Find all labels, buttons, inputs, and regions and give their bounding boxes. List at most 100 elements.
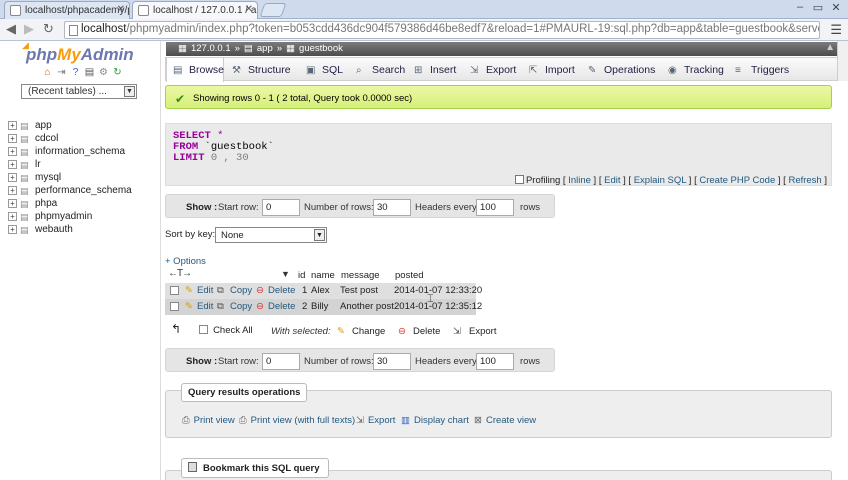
db-label[interactable]: cdcol	[35, 133, 58, 144]
row-checkbox[interactable]	[170, 286, 179, 295]
expand-icon[interactable]: +	[8, 134, 17, 143]
sort-by-key-select[interactable]: None ▼	[215, 227, 327, 243]
browser-tab-phpmyadmin[interactable]: localhost / 127.0.0.1 / app ✕	[132, 1, 258, 19]
tab-structure[interactable]: ⚒ Structure	[232, 58, 291, 81]
db-item-mysql[interactable]: + ▤ mysql	[8, 171, 61, 184]
print-view-link[interactable]: ⎙ Print view	[182, 415, 235, 426]
show-button[interactable]: Show :	[186, 356, 217, 367]
delete-link[interactable]: Delete	[268, 301, 295, 312]
help-icon[interactable]: ?	[70, 67, 81, 78]
docs-icon[interactable]: ▤	[84, 67, 95, 78]
check-all-label[interactable]: Check All	[213, 325, 253, 336]
breadcrumb-table[interactable]: guestbook	[299, 43, 343, 54]
close-window-icon[interactable]: ✕	[828, 1, 844, 14]
inline-link[interactable]: Inline	[568, 175, 591, 186]
number-of-rows-input[interactable]: 30	[373, 353, 411, 370]
display-chart-link[interactable]: ▥ Display chart	[401, 415, 469, 426]
start-row-input[interactable]: 0	[262, 199, 300, 216]
qro-export-link[interactable]: ⇲ Export	[356, 415, 395, 426]
db-label[interactable]: phpmyadmin	[35, 211, 92, 222]
edit-sql-link[interactable]: Edit	[604, 175, 620, 186]
tab-insert[interactable]: ⊞ Insert	[414, 58, 456, 81]
tab-export[interactable]: ⇲ Export	[470, 58, 516, 81]
tab-search[interactable]: ⌕ Search	[356, 58, 405, 81]
browser-menu-icon[interactable]: ☰	[830, 22, 842, 38]
db-label[interactable]: mysql	[35, 172, 61, 183]
db-item-phpmyadmin[interactable]: + ▤ phpmyadmin	[8, 210, 92, 223]
db-item-lr[interactable]: + ▤ lr	[8, 158, 41, 171]
minimize-icon[interactable]: –	[792, 1, 808, 13]
phpmyadmin-logo[interactable]: ◢ phpMyAdmin	[22, 40, 134, 65]
delete-button[interactable]: Delete	[413, 326, 440, 337]
tab-sql[interactable]: ▣ SQL	[306, 58, 343, 81]
expand-icon[interactable]: +	[8, 147, 17, 156]
reload-nav-icon[interactable]: ↻	[112, 67, 123, 78]
column-header-name[interactable]: name	[311, 270, 335, 281]
expand-icon[interactable]: +	[8, 212, 17, 221]
explain-sql-link[interactable]: Explain SQL	[634, 175, 686, 186]
breadcrumb-db[interactable]: app	[257, 43, 273, 54]
db-item-phpa[interactable]: + ▤ phpa	[8, 197, 57, 210]
expand-icon[interactable]: +	[8, 121, 17, 130]
export-button[interactable]: Export	[469, 326, 496, 337]
db-item-cdcol[interactable]: + ▤ cdcol	[8, 132, 58, 145]
expand-icon[interactable]: +	[8, 186, 17, 195]
recent-tables-select[interactable]: (Recent tables) ... ▼	[21, 84, 137, 99]
headers-every-input[interactable]: 100	[476, 199, 514, 216]
close-icon[interactable]: ✕	[245, 4, 253, 15]
profiling-checkbox[interactable]	[514, 175, 524, 184]
expand-icon[interactable]: +	[8, 199, 17, 208]
change-button[interactable]: Change	[352, 326, 385, 337]
edit-link[interactable]: Edit	[197, 285, 213, 296]
settings-icon[interactable]: ⚙	[98, 67, 109, 78]
create-view-link[interactable]: ⊠ Create view	[474, 415, 536, 426]
maximize-icon[interactable]: ▭	[810, 1, 826, 14]
breadcrumb-server[interactable]: 127.0.0.1	[191, 43, 231, 54]
start-row-input[interactable]: 0	[262, 353, 300, 370]
headers-every-input[interactable]: 100	[476, 353, 514, 370]
tab-browse[interactable]: ▤ Browse	[166, 58, 224, 82]
print-view-full-link[interactable]: ⎙ Print view (with full texts)	[239, 415, 355, 426]
column-header-posted[interactable]: posted	[395, 270, 424, 281]
edit-link[interactable]: Edit	[197, 301, 213, 312]
db-item-webauth[interactable]: + ▤ webauth	[8, 223, 73, 236]
copy-link[interactable]: Copy	[230, 285, 252, 296]
scrollbar[interactable]	[837, 41, 848, 81]
db-label[interactable]: webauth	[35, 224, 73, 235]
url-input[interactable]: localhost/phpmyadmin/index.php?token=b05…	[64, 21, 820, 39]
db-label[interactable]: performance_schema	[35, 185, 132, 196]
options-toggle[interactable]: + Options	[165, 256, 206, 267]
create-php-code-link[interactable]: Create PHP Code	[699, 175, 775, 186]
db-item-information-schema[interactable]: + ▤ information_schema	[8, 145, 125, 158]
check-all-checkbox[interactable]	[199, 325, 209, 334]
db-label[interactable]: lr	[35, 159, 41, 170]
bookmark-title[interactable]: Bookmark this SQL query	[181, 458, 329, 478]
number-of-rows-input[interactable]: 30	[373, 199, 411, 216]
home-icon[interactable]: ⌂	[42, 67, 53, 78]
browser-tab-phpacademy[interactable]: localhost/phpacademy/p ✕	[4, 1, 130, 19]
tab-tracking[interactable]: ◉ Tracking	[668, 58, 724, 81]
collapse-icon[interactable]: ▲	[825, 42, 835, 53]
new-tab-button[interactable]	[259, 3, 287, 17]
db-label[interactable]: app	[35, 120, 52, 131]
expand-icon[interactable]: +	[8, 173, 17, 182]
delete-link[interactable]: Delete	[268, 285, 295, 296]
refresh-link[interactable]: Refresh	[788, 175, 821, 186]
logout-icon[interactable]: ⇥	[56, 67, 67, 78]
back-icon[interactable]: ◀	[6, 22, 16, 36]
copy-link[interactable]: Copy	[230, 301, 252, 312]
tab-operations[interactable]: ✎ Operations	[588, 58, 655, 81]
reload-icon[interactable]: ↻	[43, 22, 54, 36]
db-item-app[interactable]: + ▤ app	[8, 119, 52, 132]
show-button[interactable]: Show :	[186, 202, 217, 213]
forward-icon[interactable]: ▶	[24, 22, 34, 36]
db-label[interactable]: information_schema	[35, 146, 125, 157]
column-header-id[interactable]: id	[298, 270, 305, 281]
sort-down-icon[interactable]: ▼	[281, 269, 290, 279]
row-checkbox[interactable]	[170, 302, 179, 311]
expand-icon[interactable]: +	[8, 225, 17, 234]
db-item-performance-schema[interactable]: + ▤ performance_schema	[8, 184, 132, 197]
tab-import[interactable]: ⇱ Import	[529, 58, 575, 81]
expand-icon[interactable]: +	[8, 160, 17, 169]
close-icon[interactable]: ✕	[117, 4, 125, 15]
